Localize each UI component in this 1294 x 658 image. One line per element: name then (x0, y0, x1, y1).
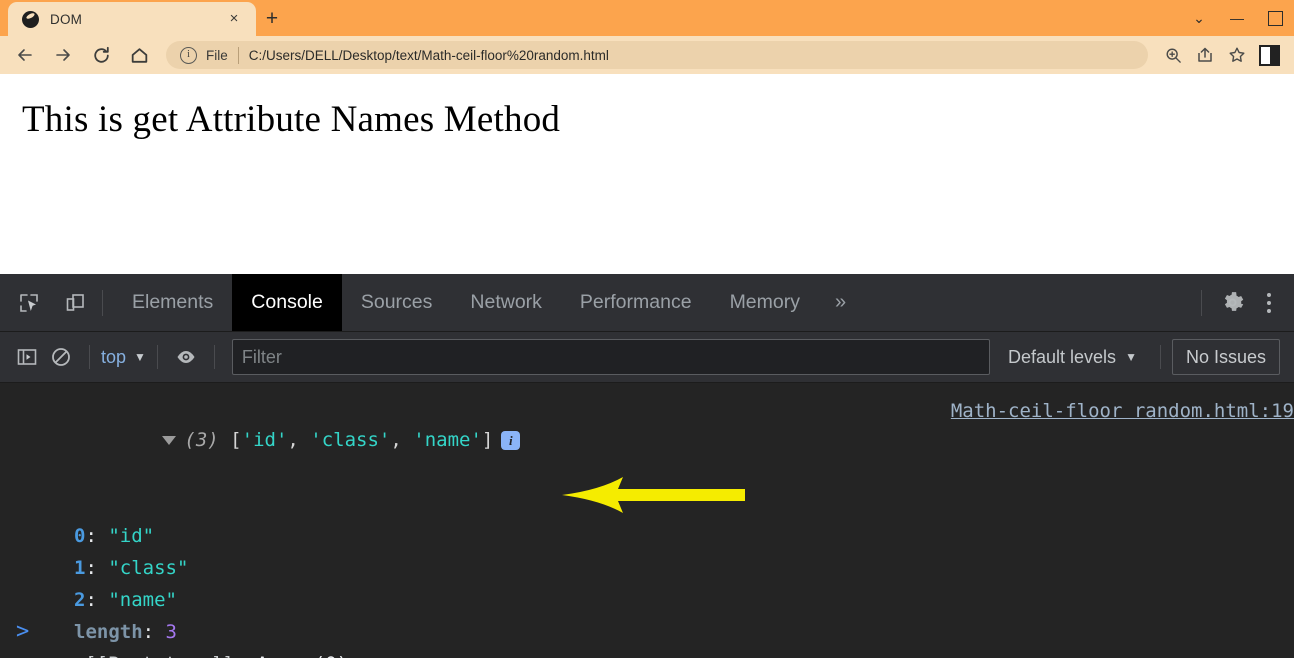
window-controls: ⌄ — (1180, 0, 1294, 36)
reload-button[interactable] (86, 40, 116, 70)
divider (1201, 290, 1202, 316)
gear-icon[interactable] (1212, 283, 1252, 323)
clear-console-icon[interactable] (44, 340, 78, 374)
page-viewport: This is get Attribute Names Method (0, 74, 1294, 270)
divider (238, 47, 239, 64)
prompt-chevron-icon: > (16, 619, 29, 644)
close-bracket: ] (482, 429, 493, 451)
property-value: "id" (108, 525, 154, 547)
chevron-down-icon[interactable]: ⌄ (1180, 0, 1218, 36)
tab-console[interactable]: Console (232, 274, 342, 331)
preview-item-2: 'name' (413, 429, 482, 451)
url-text: C:/Users/DELL/Desktop/text/Math-ceil-flo… (249, 48, 609, 63)
devtools-tab-bar: Elements Console Sources Network Perform… (0, 274, 1294, 332)
property-key: 0 (74, 525, 85, 547)
more-vertical-icon[interactable] (1252, 283, 1286, 323)
tab-elements[interactable]: Elements (113, 274, 232, 331)
console-filter-bar: top ▼ Filter Default levels ▼ No Issues (0, 332, 1294, 383)
separator: , (287, 429, 310, 451)
log-levels-label: Default levels (1008, 347, 1116, 368)
open-bracket: [ (230, 429, 241, 451)
zoom-icon[interactable] (1158, 40, 1188, 70)
console-output: (3) ['id', 'class', 'name'] i Math-ceil-f… (0, 383, 1294, 658)
separator: , (390, 429, 413, 451)
address-bar[interactable]: i File C:/Users/DELL/Desktop/text/Math-c… (166, 41, 1148, 69)
side-panel-icon[interactable] (1254, 40, 1284, 70)
tab-strip: DOM × + ⌄ — (0, 0, 1294, 36)
divider (214, 345, 215, 369)
maximize-icon[interactable] (1256, 0, 1294, 36)
browser-tab-dom[interactable]: DOM × (8, 2, 256, 36)
yellow-left-arrow-annotation (560, 474, 745, 516)
console-sidebar-icon[interactable] (10, 340, 44, 374)
tab-performance[interactable]: Performance (561, 274, 711, 331)
forward-button[interactable] (48, 40, 78, 70)
preview-item-0: 'id' (242, 429, 288, 451)
url-scheme-label: File (206, 48, 228, 63)
back-button[interactable] (10, 40, 40, 70)
page-title: This is get Attribute Names Method (0, 74, 1294, 141)
inspect-element-icon[interactable] (12, 286, 46, 320)
minimize-icon[interactable]: — (1218, 0, 1256, 36)
tab-network[interactable]: Network (451, 274, 561, 331)
source-link[interactable]: Math-ceil-floor random.html:19 (951, 395, 1294, 427)
divider (1160, 345, 1161, 369)
device-toolbar-icon[interactable] (58, 286, 92, 320)
divider (102, 290, 103, 316)
info-icon[interactable]: i (180, 47, 197, 64)
issues-button[interactable]: No Issues (1172, 339, 1280, 375)
devtools-panel: Elements Console Sources Network Perform… (0, 274, 1294, 657)
info-badge-icon[interactable]: i (501, 431, 520, 450)
home-button[interactable] (124, 40, 154, 70)
browser-toolbar: i File C:/Users/DELL/Desktop/text/Math-c… (0, 36, 1294, 74)
preview-item-1: 'class' (310, 429, 390, 451)
chevron-down-icon: ▼ (1125, 350, 1137, 364)
console-property-row: 1: "class" (0, 552, 1294, 584)
more-tabs-icon[interactable]: » (819, 291, 862, 314)
property-key: 1 (74, 557, 85, 579)
bookmark-star-icon[interactable] (1222, 40, 1252, 70)
console-prompt[interactable]: > (0, 605, 1294, 658)
share-icon[interactable] (1190, 40, 1220, 70)
divider (157, 345, 158, 369)
divider (89, 345, 90, 369)
tab-memory[interactable]: Memory (711, 274, 819, 331)
filter-placeholder: Filter (242, 347, 282, 368)
devtools-tabbar-actions (1191, 274, 1294, 331)
context-label: top (101, 347, 126, 368)
new-tab-button[interactable]: + (258, 5, 286, 33)
tab-title: DOM (50, 12, 82, 27)
context-selector[interactable]: top ▼ (101, 347, 146, 368)
globe-icon (22, 11, 39, 28)
browser-window: DOM × + ⌄ — i File C:/Users/DELL/Desktop… (0, 0, 1294, 657)
property-value: "class" (108, 557, 188, 579)
chevron-down-icon: ▼ (134, 350, 146, 364)
log-levels-dropdown[interactable]: Default levels ▼ (996, 347, 1149, 368)
expand-triangle-icon[interactable] (162, 436, 176, 445)
tab-sources[interactable]: Sources (342, 274, 452, 331)
console-property-row: 0: "id" (0, 520, 1294, 552)
array-count: (3) (184, 429, 218, 451)
live-expression-eye-icon[interactable] (169, 340, 203, 374)
close-icon[interactable]: × (226, 11, 242, 27)
filter-input[interactable]: Filter (232, 339, 990, 375)
